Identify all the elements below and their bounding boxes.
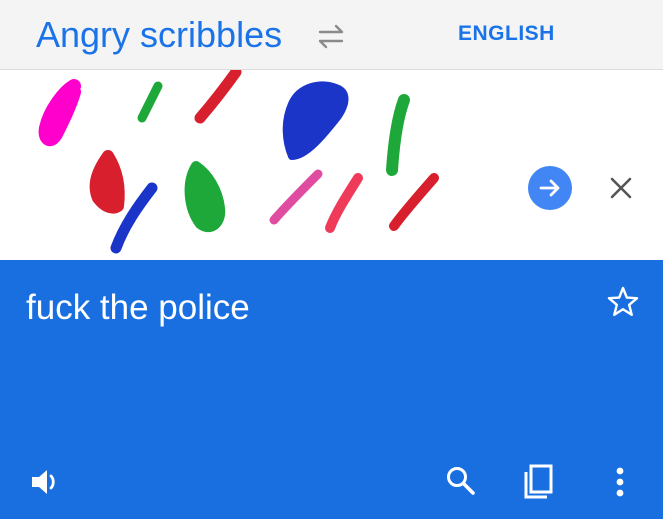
handwriting-scribbles — [38, 70, 439, 254]
arrow-right-icon — [539, 179, 560, 197]
speaker-icon[interactable] — [28, 464, 64, 500]
translation-text: fuck the police — [26, 288, 250, 327]
translate-go-button[interactable] — [528, 166, 572, 210]
translation-result-card: fuck the police — [0, 260, 663, 519]
scribble-magenta — [38, 79, 81, 146]
star-outline-icon[interactable] — [605, 284, 641, 320]
scribble-coral — [325, 173, 363, 233]
more-vert-icon[interactable] — [605, 464, 635, 500]
scribble-blue-blob — [282, 81, 349, 160]
scribble-red-3 — [389, 173, 439, 231]
scribble-pink — [269, 169, 323, 225]
scribble-red-1 — [194, 70, 242, 124]
language-bar: Angry scribbles ENGLISH — [0, 0, 663, 70]
target-language-selector[interactable]: ENGLISH — [458, 22, 555, 46]
close-icon[interactable] — [606, 173, 636, 203]
scribble-red-2 — [89, 150, 125, 214]
swap-arrows-icon[interactable] — [314, 22, 348, 50]
copy-icon[interactable] — [520, 462, 556, 502]
source-language-selector[interactable]: Angry scribbles — [36, 14, 282, 56]
scribble-green-3 — [184, 161, 226, 233]
search-icon[interactable] — [444, 464, 478, 498]
scribble-green-1 — [137, 81, 163, 123]
handwriting-input-area[interactable] — [0, 70, 663, 297]
scribble-green-2 — [386, 94, 410, 176]
